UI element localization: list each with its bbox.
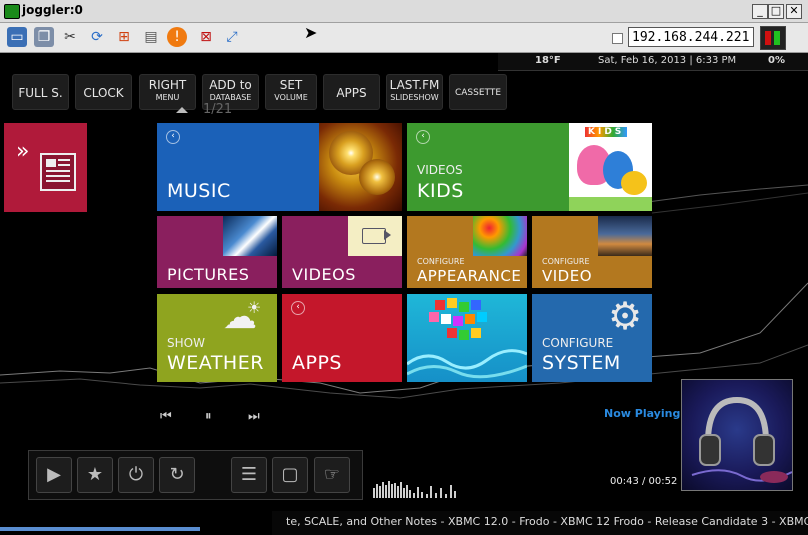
- headphones-icon: [691, 396, 792, 483]
- kids-tile-label: KIDS: [417, 180, 464, 202]
- pictures-city-image: [223, 216, 277, 256]
- weather-sun-icon: ☀: [247, 298, 262, 317]
- menu-caret-icon: [176, 107, 188, 113]
- page-indicator: 1/21: [203, 102, 233, 117]
- monitor-icon[interactable]: ▭: [7, 27, 27, 47]
- status-header: 18°F Sat, Feb 16, 2013 | 6:33 PM 0%: [498, 53, 808, 71]
- volume-percent: 0%: [768, 55, 785, 66]
- pause-button[interactable]: ⏸: [205, 409, 212, 424]
- newspaper-icon: [40, 153, 76, 191]
- video-config-tile-sublabel: CONFIGURE: [542, 257, 590, 266]
- previous-track-button[interactable]: ⏮: [160, 409, 172, 424]
- next-track-button[interactable]: ⏭: [248, 409, 260, 424]
- menu-set-volume-button[interactable]: SET VOLUME: [265, 74, 317, 110]
- videos-tile[interactable]: VIDEOS: [282, 216, 402, 288]
- album-art-headphones[interactable]: [681, 379, 793, 491]
- double-chevron-icon: »: [16, 139, 30, 164]
- restart-button[interactable]: ↻: [159, 457, 195, 493]
- window-titlebar: joggler:0 _ □ ✕: [0, 0, 808, 23]
- appearance-tile-sublabel: CONFIGURE: [417, 257, 465, 266]
- refresh-icon[interactable]: ⟳: [87, 27, 107, 47]
- videos-kids-tile[interactable]: ‹ VIDEOS KIDS KIDS: [407, 123, 652, 211]
- temperature: 18°F: [535, 55, 561, 66]
- disconnect-icon[interactable]: ⊠: [196, 27, 216, 47]
- touch-select-button[interactable]: ☞: [314, 457, 350, 493]
- playlist-button[interactable]: ☰: [231, 457, 267, 493]
- window-title: joggler:0: [22, 3, 83, 17]
- configure-video-tile[interactable]: CONFIGURE VIDEO: [532, 216, 652, 288]
- menu-fullscreen-button[interactable]: FULL S.: [12, 74, 69, 110]
- fullscreen-icon[interactable]: ⤢: [222, 27, 242, 47]
- music-tile[interactable]: ‹ MUSIC: [157, 123, 402, 211]
- side-news-tile[interactable]: »: [4, 123, 87, 212]
- kids-tile-sublabel: VIDEOS: [417, 163, 463, 177]
- configure-appearance-tile[interactable]: CONFIGURE APPEARANCE: [407, 216, 527, 288]
- system-tile-sublabel: CONFIGURE: [542, 336, 614, 350]
- windows-icon[interactable]: ⊞: [114, 27, 134, 47]
- pictures-tile-label: PICTURES: [167, 265, 250, 284]
- maximize-button[interactable]: □: [768, 4, 784, 19]
- videos-camera-image: [348, 216, 402, 256]
- mouse-cursor-icon: ➤: [304, 23, 318, 42]
- ip-address-field[interactable]: 192.168.244.221: [628, 27, 754, 47]
- app-icons-tile[interactable]: [407, 294, 527, 382]
- menu-right-menu-button[interactable]: RIGHT MENU: [139, 74, 196, 110]
- connection-status-indicator: [760, 26, 786, 50]
- videos-tile-label: VIDEOS: [292, 265, 356, 284]
- date-time: Sat, Feb 16, 2013 | 6:33 PM: [598, 55, 737, 66]
- playback-time: 00:43 / 00:52: [610, 476, 678, 487]
- menu-apps-button[interactable]: APPS: [323, 74, 380, 110]
- close-button[interactable]: ✕: [786, 4, 802, 19]
- favorite-star-button[interactable]: ★: [77, 457, 113, 493]
- play-button[interactable]: ▶: [36, 457, 72, 493]
- pictures-tile[interactable]: PICTURES: [157, 216, 277, 288]
- show-weather-tile[interactable]: ☁ ☀ SHOW WEATHER: [157, 294, 277, 382]
- video-config-tile-label: VIDEO: [542, 267, 593, 285]
- equalizer-visualizer: [373, 481, 456, 498]
- ticker-text: te, SCALE, and Other Notes - XBMC 12.0 -…: [286, 515, 808, 528]
- gear-icon: ⚙: [608, 294, 643, 338]
- tools-icon[interactable]: ✂: [60, 27, 80, 47]
- appearance-tile-label: APPEARANCE: [417, 267, 522, 285]
- music-tile-label: MUSIC: [167, 180, 231, 202]
- minimize-button[interactable]: _: [752, 4, 768, 19]
- system-tile-label: SYSTEM: [542, 352, 621, 374]
- menu-lastfm-slideshow-button[interactable]: LAST.FM SLIDESHOW: [386, 74, 443, 110]
- apps-tile[interactable]: ‹ APPS: [282, 294, 402, 382]
- ip-checkbox[interactable]: [612, 33, 623, 44]
- menu-clock-button[interactable]: CLOCK: [75, 74, 132, 110]
- weather-tile-label: WEATHER: [167, 352, 264, 374]
- weather-tile-sublabel: SHOW: [167, 336, 205, 350]
- news-ticker: te, SCALE, and Other Notes - XBMC 12.0 -…: [272, 511, 808, 535]
- menu-cassette-button[interactable]: CASSETTE: [449, 74, 507, 110]
- back-arrow-icon: ‹: [291, 301, 305, 315]
- configure-system-tile[interactable]: ⚙ CONFIGURE SYSTEM: [532, 294, 652, 382]
- kids-banner: KIDS: [585, 127, 628, 137]
- progress-bar: [0, 527, 200, 531]
- video-skyline-image: [598, 216, 652, 256]
- now-playing-label: Now Playing: [604, 407, 681, 420]
- music-cd-image: [319, 123, 402, 211]
- back-arrow-icon: ‹: [166, 130, 180, 144]
- drive-icon[interactable]: ▤: [141, 27, 161, 47]
- power-button[interactable]: ⏻: [118, 457, 154, 493]
- apps-tile-label: APPS: [292, 352, 342, 374]
- app-icons-collage-image: [407, 298, 527, 379]
- back-arrow-icon: ‹: [416, 130, 430, 144]
- alert-icon[interactable]: !: [167, 27, 187, 47]
- appearance-pattern-image: [473, 216, 527, 256]
- stop-button[interactable]: ▢: [272, 457, 308, 493]
- copy-icon[interactable]: ❐: [34, 27, 54, 47]
- app-icon: [4, 4, 20, 19]
- kids-cartoon-image: KIDS: [569, 123, 652, 211]
